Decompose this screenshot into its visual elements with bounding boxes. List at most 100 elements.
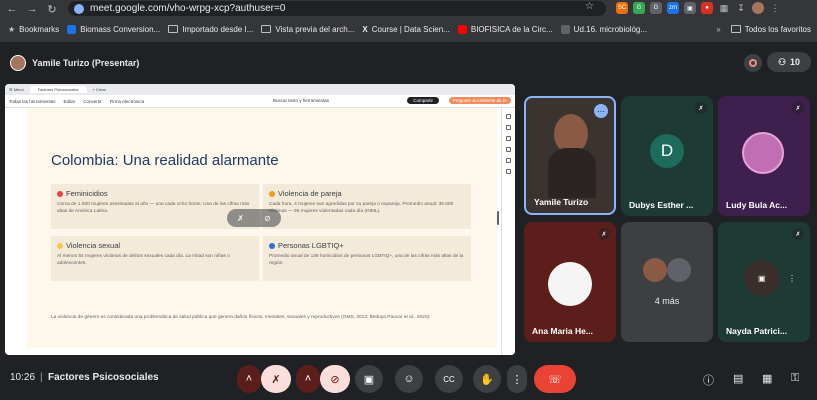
- mic-options-button[interactable]: ˄: [237, 365, 261, 393]
- participant-tile[interactable]: ✗ Ana Maria He...: [524, 222, 616, 342]
- mic-off-icon[interactable]: ✗: [237, 214, 244, 223]
- slide-page: Colombia: Una realidad alarmante Feminic…: [27, 108, 497, 348]
- address-bar[interactable]: meet.google.com/vho-wrpg-xcp?authuser=0 …: [68, 1, 606, 16]
- doc-scrollbar[interactable]: [497, 211, 499, 225]
- separator: |: [40, 372, 43, 383]
- x-icon: X: [362, 24, 368, 34]
- reload-icon[interactable]: ↻: [44, 1, 60, 17]
- presenter-avatar: [10, 55, 26, 71]
- captions-button[interactable]: CC: [435, 365, 463, 393]
- participant-tile[interactable]: ✗ Ludy Bula Ac...: [718, 96, 810, 216]
- bookmark-item[interactable]: ★ Bookmarks: [8, 25, 59, 34]
- new-tab[interactable]: + Crear: [93, 87, 106, 92]
- more-options-icon[interactable]: ⋮: [788, 274, 796, 283]
- mic-off-icon: ✗: [792, 228, 804, 240]
- extension-icon[interactable]: G: [650, 2, 662, 14]
- more-options-button[interactable]: ⋮: [507, 365, 527, 393]
- bookmark-item[interactable]: Ud.16. microbiológ...: [560, 24, 647, 34]
- info-icon[interactable]: ⓘ: [703, 372, 714, 388]
- activities-icon[interactable]: ▦: [762, 372, 772, 385]
- raise-hand-button[interactable]: ✋: [473, 365, 501, 393]
- tool-icon[interactable]: [506, 158, 511, 163]
- menu-item[interactable]: Editar: [64, 99, 76, 104]
- menu-item[interactable]: Firma electrónica: [110, 99, 145, 104]
- search-tools[interactable]: Buscar texto y herramientas: [273, 98, 329, 103]
- stat-card: Personas LGBTIQ+ Promedio anual de 139 h…: [263, 236, 471, 281]
- browser-chrome: ← → ↻ meet.google.com/vho-wrpg-xcp?authu…: [0, 0, 817, 42]
- participant-tile[interactable]: ⋯ Yamile Turizo: [524, 96, 616, 215]
- site-icon: [560, 24, 570, 34]
- extension-icon[interactable]: SC: [616, 2, 628, 14]
- extension-icon[interactable]: zm: [667, 2, 679, 14]
- pin-icon[interactable]: ▣: [758, 274, 766, 283]
- phone-hangup-icon: ☏: [548, 373, 562, 386]
- participant-body: [548, 148, 596, 198]
- bookmark-star-icon[interactable]: ☆: [585, 1, 594, 12]
- chevron-right-icon: »: [716, 24, 721, 34]
- all-bookmarks[interactable]: » Todos los favoritos: [716, 20, 811, 38]
- site-icon: [67, 24, 77, 34]
- doc-menu: Todas las herramientas Editar Convertir …: [5, 95, 515, 108]
- tool-icon[interactable]: [506, 136, 511, 141]
- emoji-button[interactable]: ☺: [395, 365, 423, 393]
- folder-icon: [168, 25, 179, 33]
- back-icon[interactable]: ←: [4, 1, 20, 17]
- menu-item[interactable]: Todas las herramientas: [9, 99, 56, 104]
- host-controls-icon[interactable]: ⚿: [791, 372, 799, 385]
- tool-icon[interactable]: [506, 147, 511, 152]
- tool-icon[interactable]: [506, 114, 511, 119]
- tool-icon[interactable]: [506, 125, 511, 130]
- participants-button[interactable]: ⚇ 10: [767, 52, 811, 72]
- profile-avatar[interactable]: [752, 2, 764, 14]
- mic-toggle-button[interactable]: ✗: [261, 365, 291, 393]
- site-info-icon[interactable]: [74, 3, 84, 14]
- share-button[interactable]: Compartir: [407, 97, 439, 104]
- avatar: D: [650, 134, 684, 168]
- menu-icon[interactable]: ⋮: [769, 2, 781, 14]
- recording-indicator[interactable]: [744, 54, 762, 72]
- bookmark-item[interactable]: X Course | Data Scien...: [362, 25, 449, 34]
- doc-tab[interactable]: Factores Psicosociales: [29, 86, 87, 93]
- mic-off-icon: ✗: [792, 102, 804, 114]
- meet-control-bar: 10:26 | Factores Psicosociales ˄ ✗ ˄ ⊘ ▣…: [0, 360, 817, 400]
- forward-icon[interactable]: →: [24, 1, 40, 17]
- avatar: [667, 258, 691, 282]
- end-call-button[interactable]: ☏: [534, 365, 576, 393]
- more-options-icon[interactable]: ⋯: [594, 104, 608, 118]
- presenter-label: Yamile Turizo (Presentar): [32, 58, 140, 68]
- ai-assistant-button[interactable]: Pregunte al Asistente de IA: [448, 97, 511, 104]
- extension-icon[interactable]: G: [633, 2, 645, 14]
- extension-icon[interactable]: ●: [701, 2, 713, 14]
- participant-tile[interactable]: ✗ ▣ ⋮ Nayda Patrici...: [718, 222, 810, 342]
- emoji-icon: ☺: [403, 373, 415, 385]
- chat-icon[interactable]: ▤: [733, 372, 743, 385]
- bookmark-item[interactable]: Vista previa del arch...: [261, 25, 354, 34]
- stat-card: Violencia de pareja Cada hora, 4 mujeres…: [263, 184, 471, 229]
- slide-footnote: La violencia de género es considerada un…: [51, 315, 431, 320]
- more-participants-label: 4 más: [654, 296, 680, 306]
- stat-card: Violencia sexual Al menos 54 mujeres víc…: [51, 236, 259, 281]
- bookmark-item[interactable]: BIOFISICA de la Circ...: [457, 24, 553, 34]
- camera-options-button[interactable]: ˄: [296, 365, 320, 393]
- bookmark-item[interactable]: Biomass Conversion...: [67, 24, 160, 34]
- captions-icon: CC: [443, 374, 455, 384]
- doc-tabs: ☰ Menú Factores Psicosociales + Crear: [5, 84, 515, 95]
- hand-icon: ✋: [480, 373, 494, 386]
- extensions-row: SC G G zm ▣ ● ▦ ↧ ⋮: [616, 2, 781, 14]
- camera-off-icon[interactable]: ⊘: [264, 214, 271, 223]
- dot-icon: [269, 190, 275, 197]
- camera-toggle-button[interactable]: ⊘: [320, 365, 350, 393]
- download-icon[interactable]: ↧: [735, 2, 747, 14]
- bookmark-item[interactable]: Importado desde I...: [168, 25, 253, 34]
- presenter-chip[interactable]: Yamile Turizo (Presentar): [0, 50, 139, 76]
- menu-icon[interactable]: ☰ Menú: [9, 87, 24, 92]
- present-button[interactable]: ▣: [355, 365, 383, 393]
- tool-icon[interactable]: [506, 169, 511, 174]
- participant-tile[interactable]: ✗ D Dubys Esther ...: [621, 96, 713, 216]
- extension-icon[interactable]: ▣: [684, 2, 696, 14]
- participant-tile[interactable]: 4 más: [621, 222, 713, 342]
- menu-item[interactable]: Convertir: [83, 99, 101, 104]
- puzzle-icon[interactable]: ▦: [718, 2, 730, 14]
- avatar: [548, 262, 592, 306]
- camera-off-icon: ⊘: [330, 373, 340, 386]
